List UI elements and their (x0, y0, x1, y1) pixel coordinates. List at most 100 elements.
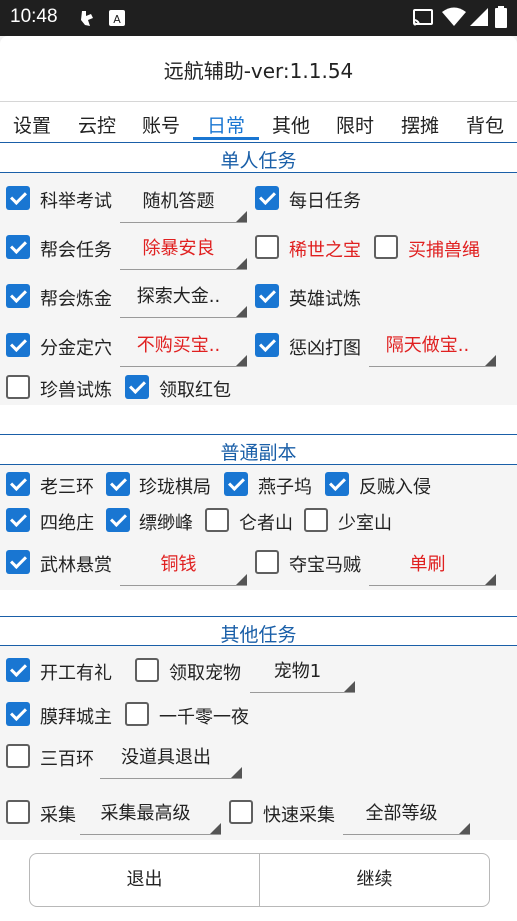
label-yanzi[interactable]: 燕子坞 (258, 473, 312, 499)
label-chengxiong[interactable]: 惩凶打图 (289, 334, 361, 360)
svg-text:A: A (113, 13, 121, 26)
app-notification-icon (81, 11, 93, 26)
dropdown-chongwu[interactable]: 宠物1 (250, 647, 355, 693)
label-zhenlong[interactable]: 珍珑棋局 (139, 473, 211, 499)
tab-cloud-control[interactable]: 云控 (78, 111, 116, 138)
dropdown-caiji[interactable]: 采集最高级 (80, 789, 221, 835)
tab-other[interactable]: 其他 (272, 111, 310, 138)
dropdown-arrow-icon (231, 767, 242, 778)
label-hongbao[interactable]: 领取红包 (159, 376, 231, 402)
tab-stall[interactable]: 摆摊 (401, 111, 439, 138)
checkbox-xishi[interactable] (255, 235, 279, 259)
tab-backpack[interactable]: 背包 (466, 111, 504, 138)
dropdown-sanbai[interactable]: 没道具退出 (100, 733, 242, 779)
dropdown-value: 除暴安良 (142, 238, 215, 259)
dropdown-wulin[interactable]: 铜钱 (120, 540, 247, 586)
label-caiji[interactable]: 采集 (40, 801, 76, 827)
label-chongwu[interactable]: 领取宠物 (169, 659, 241, 685)
label-daily[interactable]: 每日任务 (289, 187, 361, 213)
checkbox-zhenshou[interactable] (6, 375, 30, 399)
dropdown-value: 随机答题 (142, 191, 215, 212)
dropdown-banghui-lian[interactable]: 探索大金.. (120, 272, 247, 318)
label-sanbai[interactable]: 三百环 (40, 745, 94, 771)
tab-limited[interactable]: 限时 (336, 111, 374, 138)
checkbox-chongwu[interactable] (135, 658, 159, 682)
checkbox-banghui-task[interactable] (6, 235, 30, 259)
label-maibu[interactable]: 买捕兽绳 (408, 236, 480, 262)
label-lunzhe[interactable]: 仑者山 (239, 509, 293, 535)
checkbox-yiqian[interactable] (125, 702, 149, 726)
cast-icon (413, 9, 433, 26)
label-banghui-lian[interactable]: 帮会炼金 (40, 285, 112, 311)
status-bar: 10:48 A (0, 0, 517, 36)
section-title-other: 其他任务 (220, 624, 297, 646)
continue-button[interactable]: 继续 (260, 854, 489, 906)
label-banghui-task[interactable]: 帮会任务 (40, 236, 112, 262)
checkbox-yanzi[interactable] (224, 472, 248, 496)
label-xishi[interactable]: 稀世之宝 (289, 236, 361, 262)
dropdown-arrow-icon (236, 306, 247, 317)
dropdown-value: 宠物1 (273, 661, 322, 682)
checkbox-yingxiong[interactable] (255, 284, 279, 308)
checkbox-chengxiong[interactable] (255, 333, 279, 357)
label-zhenshou[interactable]: 珍兽试炼 (40, 376, 112, 402)
checkbox-sanbai[interactable] (6, 744, 30, 768)
battery-icon (495, 6, 507, 28)
label-kuaisu[interactable]: 快速采集 (263, 801, 335, 827)
label-laosan[interactable]: 老三环 (40, 473, 94, 499)
dropdown-banghui-task[interactable]: 除暴安良 (120, 224, 247, 270)
dropdown-kuaisu[interactable]: 全部等级 (343, 789, 470, 835)
checkbox-shaoshi[interactable] (304, 508, 328, 532)
dropdown-arrow-icon (236, 258, 247, 269)
label-yiqian[interactable]: 一千零一夜 (159, 703, 249, 729)
keyboard-icon: A (109, 10, 125, 26)
label-wulin[interactable]: 武林悬赏 (40, 551, 112, 577)
label-sijue[interactable]: 四绝庄 (40, 509, 94, 535)
label-yingxiong[interactable]: 英雄试炼 (289, 285, 361, 311)
checkbox-banghui-lian[interactable] (6, 284, 30, 308)
tab-bar: 设置 云控 账号 日常 其他 限时 摆摊 背包 (0, 102, 517, 142)
checkbox-maibu[interactable] (374, 235, 398, 259)
dropdown-value: 单刷 (409, 554, 446, 575)
checkbox-kaigong[interactable] (6, 658, 30, 682)
checkbox-sijue[interactable] (6, 508, 30, 532)
checkbox-keju[interactable] (6, 186, 30, 210)
dropdown-arrow-icon (210, 823, 221, 834)
dropdown-arrow-icon (485, 574, 496, 585)
label-fanzei[interactable]: 反贼入侵 (359, 473, 431, 499)
label-shaoshi[interactable]: 少室山 (338, 509, 392, 535)
checkbox-piaomiao[interactable] (106, 508, 130, 532)
tab-settings[interactable]: 设置 (13, 111, 51, 138)
checkbox-laosan[interactable] (6, 472, 30, 496)
label-fenjin[interactable]: 分金定穴 (40, 334, 112, 360)
dropdown-value: 铜钱 (160, 554, 197, 575)
label-duobao[interactable]: 夺宝马贼 (289, 551, 361, 577)
checkbox-wulin[interactable] (6, 550, 30, 574)
section-divider (0, 434, 517, 435)
dropdown-chengxiong[interactable]: 隔天做宝.. (369, 321, 496, 367)
checkbox-hongbao[interactable] (125, 375, 149, 399)
checkbox-kuaisu[interactable] (229, 800, 253, 824)
checkbox-lunzhe[interactable] (205, 508, 229, 532)
status-time: 10:48 (10, 6, 58, 27)
checkbox-caiji[interactable] (6, 800, 30, 824)
checkbox-fanzei[interactable] (325, 472, 349, 496)
label-kaigong[interactable]: 开工有礼 (40, 659, 112, 685)
action-button-group: 退出 继续 (29, 853, 490, 907)
checkbox-fenjin[interactable] (6, 333, 30, 357)
checkbox-daily[interactable] (255, 186, 279, 210)
dropdown-arrow-icon (236, 574, 247, 585)
signal-icon (470, 8, 488, 26)
dropdown-duobao[interactable]: 单刷 (369, 540, 496, 586)
tab-daily[interactable]: 日常 (207, 111, 245, 138)
exit-button[interactable]: 退出 (30, 854, 259, 906)
label-piaomiao[interactable]: 缥缈峰 (139, 509, 193, 535)
tab-account[interactable]: 账号 (142, 111, 180, 138)
dropdown-keju[interactable]: 随机答题 (120, 177, 247, 223)
checkbox-zhenlong[interactable] (106, 472, 130, 496)
label-keju[interactable]: 科举考试 (40, 187, 112, 213)
dropdown-fenjin[interactable]: 不购买宝.. (120, 321, 247, 367)
checkbox-mobai[interactable] (6, 702, 30, 726)
checkbox-duobao[interactable] (255, 550, 279, 574)
label-mobai[interactable]: 膜拜城主 (40, 703, 112, 729)
